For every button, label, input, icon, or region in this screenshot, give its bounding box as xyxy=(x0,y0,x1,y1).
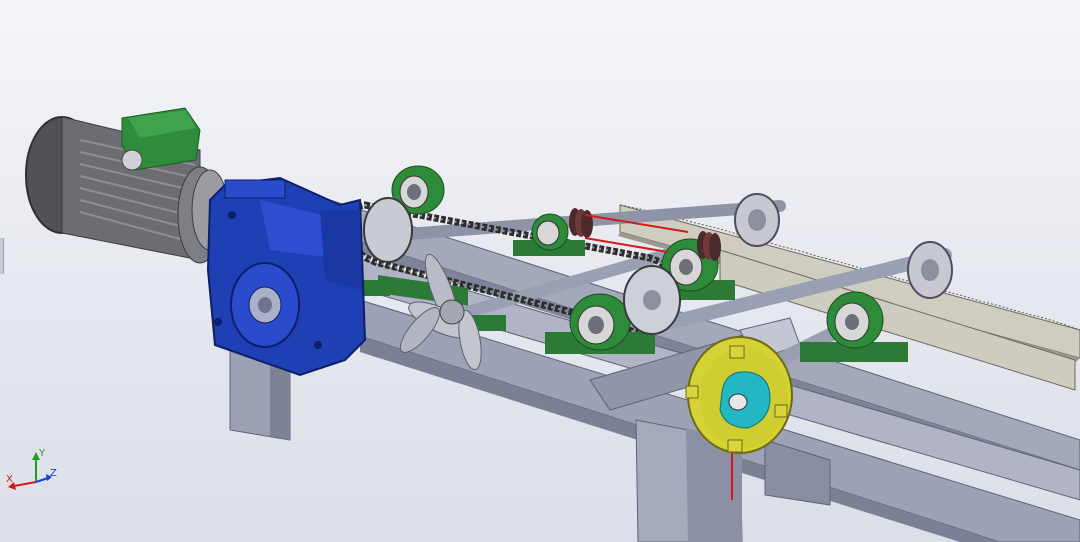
cam-assembly xyxy=(685,336,793,454)
axis-triad: Y X Z xyxy=(4,448,64,494)
x-axis-label: X xyxy=(6,474,13,485)
x-axis-line xyxy=(13,481,37,487)
z-axis-line xyxy=(35,477,49,483)
conveyor-assembly-model[interactable] xyxy=(0,0,1080,542)
electric-motor xyxy=(25,107,229,264)
triad-graphic: Y X Z xyxy=(6,448,57,490)
z-axis-label: Z xyxy=(50,468,57,479)
y-axis-label: Y xyxy=(38,448,46,459)
worm-gearbox xyxy=(206,176,367,377)
cad-viewport[interactable]: Y X Z xyxy=(0,0,1080,542)
